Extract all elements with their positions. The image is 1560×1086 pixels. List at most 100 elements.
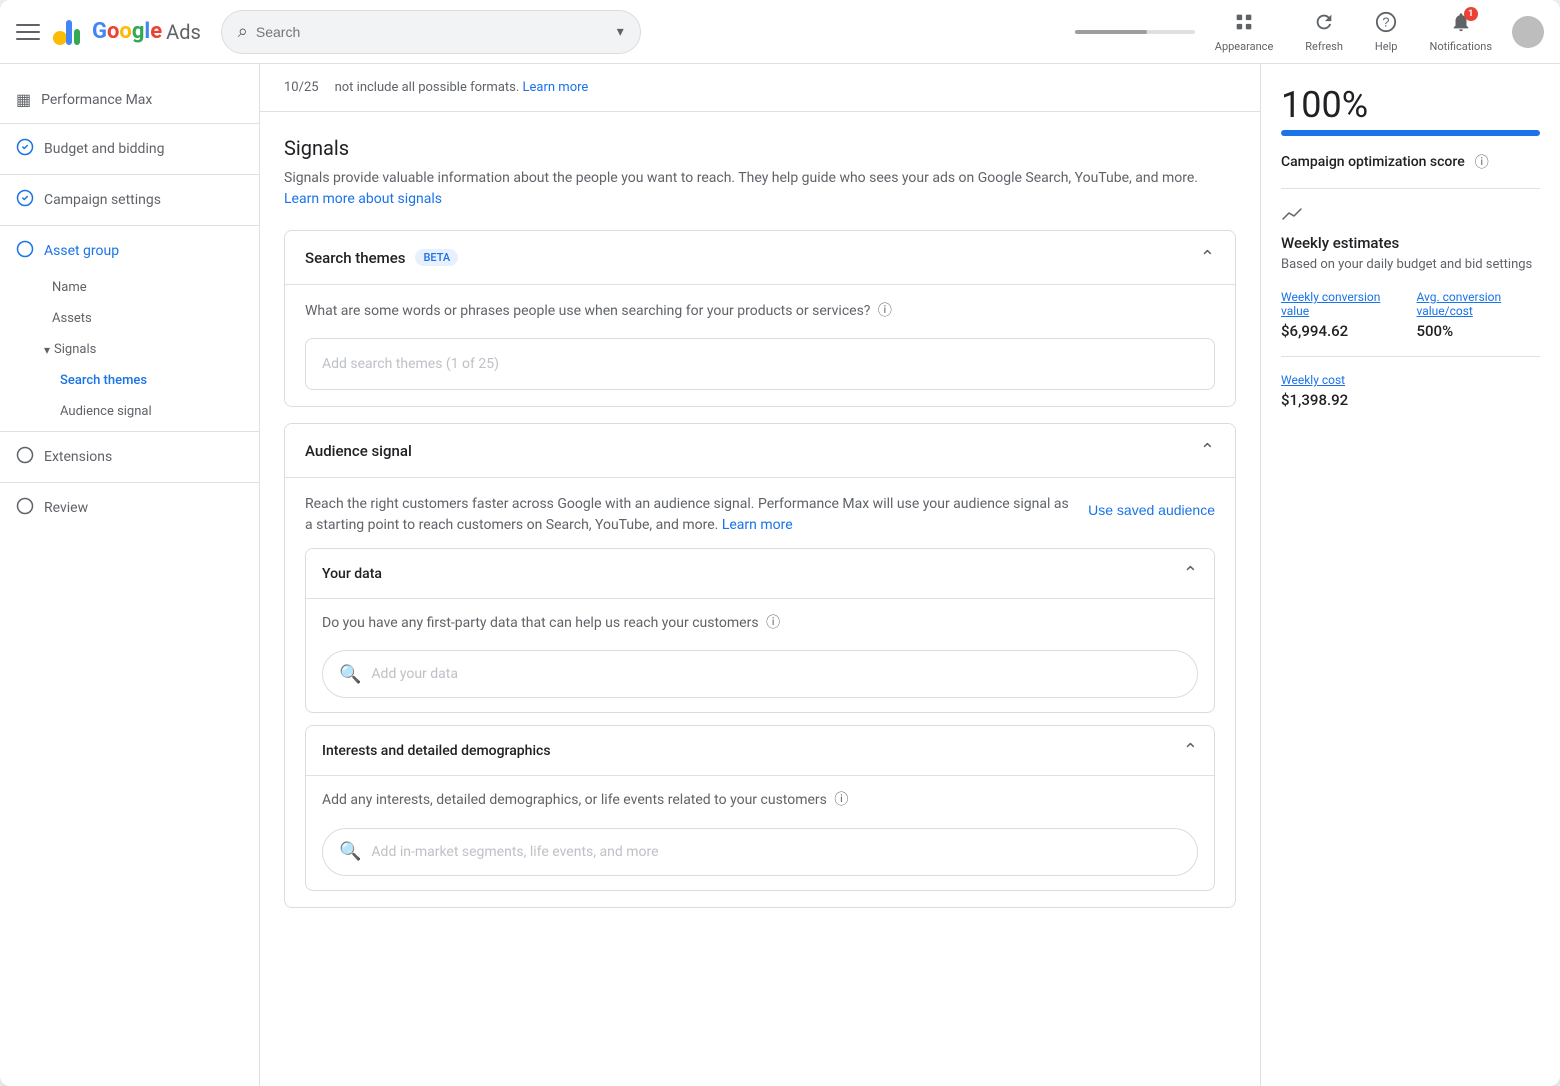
- sidebar-divider-5: [0, 482, 259, 483]
- svg-text:?: ?: [1383, 14, 1390, 29]
- search-bar[interactable]: ⌕ ▾: [221, 10, 641, 54]
- audience-signal-card-body: Reach the right customers faster across …: [285, 477, 1235, 906]
- sidebar-divider-3: [0, 225, 259, 226]
- top-snippet: 10/25 not include all possible formats. …: [260, 64, 1260, 112]
- appearance-button[interactable]: Appearance: [1203, 7, 1286, 57]
- optimization-help-icon[interactable]: ⓘ: [1475, 152, 1489, 172]
- help-label: Help: [1375, 40, 1398, 53]
- audience-learn-more-link[interactable]: Learn more: [722, 517, 793, 533]
- audience-signal-title: Audience signal: [305, 442, 412, 460]
- interests-card-body: Add any interests, detailed demographics…: [306, 775, 1214, 889]
- sub-item-name-label: Name: [52, 280, 87, 295]
- menu-icon[interactable]: [16, 20, 40, 44]
- your-data-input[interactable]: 🔍 Add your data: [322, 650, 1198, 698]
- right-panel: 100% Campaign optimization score ⓘ Weekl…: [1260, 64, 1560, 1086]
- sidebar-item-asset-group[interactable]: Asset group: [0, 230, 259, 272]
- sidebar: ▦ Performance Max Budget and bidding Cam…: [0, 64, 260, 1086]
- refresh-icon: [1313, 11, 1335, 38]
- sidebar-divider-1: [0, 123, 259, 124]
- sidebar-item-label-perf-max: Performance Max: [41, 92, 152, 108]
- main-area: ▦ Performance Max Budget and bidding Cam…: [0, 64, 1560, 1086]
- refresh-button[interactable]: Refresh: [1293, 7, 1355, 57]
- sidebar-divider-2: [0, 174, 259, 175]
- sub-item-signals-label: Signals: [54, 342, 96, 357]
- sidebar-subitem-audience-signal[interactable]: Audience signal: [0, 396, 259, 427]
- main-content: 10/25 not include all possible formats. …: [260, 64, 1260, 1086]
- interests-input[interactable]: 🔍 Add in-market segments, life events, a…: [322, 828, 1198, 876]
- your-data-chevron: ⌃: [1183, 563, 1198, 584]
- help-icon: ?: [1375, 11, 1397, 38]
- search-themes-card-header[interactable]: Search themes BETA ⌃: [285, 231, 1235, 284]
- refresh-label: Refresh: [1305, 40, 1343, 53]
- sidebar-item-label-budget: Budget and bidding: [44, 141, 164, 157]
- avg-conversion-value: 500%: [1417, 322, 1541, 340]
- review-icon: [16, 497, 34, 519]
- signals-title: Signals: [284, 136, 1236, 160]
- appearance-icon: [1233, 11, 1255, 38]
- sidebar-item-label-asset-group: Asset group: [44, 243, 119, 259]
- your-data-question: Do you have any first-party data that ca…: [322, 613, 1198, 634]
- signals-learn-more-link[interactable]: Learn more about signals: [284, 191, 442, 207]
- your-data-search-icon: 🔍: [339, 664, 361, 685]
- logo-area: Google Ads: [52, 16, 201, 48]
- google-text-logo: Google Ads: [92, 19, 201, 44]
- your-data-help-icon[interactable]: ⓘ: [766, 615, 780, 631]
- sidebar-item-review[interactable]: Review: [0, 487, 259, 529]
- audience-signal-card: Audience signal ⌃ Reach the right custom…: [284, 423, 1236, 907]
- right-panel-divider-2: [1281, 356, 1540, 357]
- search-input[interactable]: [256, 24, 609, 40]
- top-nav: Google Ads ⌕ ▾: [0, 0, 1560, 64]
- weekly-cost-label[interactable]: Weekly cost: [1281, 373, 1540, 387]
- right-panel-divider-1: [1281, 188, 1540, 189]
- top-learn-more-link[interactable]: Learn more: [523, 80, 589, 95]
- sidebar-item-campaign-settings[interactable]: Campaign settings: [0, 179, 259, 221]
- your-data-sub-card: Your data ⌃ Do you have any first-party …: [305, 548, 1215, 713]
- avg-conversion-label[interactable]: Avg. conversion value/cost: [1417, 290, 1541, 318]
- search-themes-title: Search themes BETA: [305, 249, 458, 267]
- signals-section: Signals Signals provide valuable informa…: [260, 112, 1260, 948]
- search-themes-chevron: ⌃: [1200, 247, 1215, 268]
- nav-actions: Appearance Refresh ? Help: [1075, 7, 1544, 57]
- help-button[interactable]: ? Help: [1363, 7, 1410, 57]
- weekly-estimates-grid: Weekly conversion value $6,994.62 Avg. c…: [1281, 290, 1540, 340]
- search-themes-help-icon[interactable]: ⓘ: [878, 303, 892, 319]
- optimization-score-bar: [1281, 130, 1540, 136]
- avg-conversion-item: Avg. conversion value/cost 500%: [1417, 290, 1541, 340]
- your-data-card-header[interactable]: Your data ⌃: [306, 549, 1214, 598]
- audience-inner: Reach the right customers faster across …: [305, 494, 1215, 890]
- weekly-conversion-item: Weekly conversion value $6,994.62: [1281, 290, 1405, 340]
- interests-title: Interests and detailed demographics: [322, 743, 551, 759]
- sidebar-item-label-campaign: Campaign settings: [44, 192, 161, 208]
- user-avatar[interactable]: [1512, 16, 1544, 48]
- interests-search-icon: 🔍: [339, 841, 361, 862]
- sidebar-subitem-search-themes[interactable]: Search themes: [0, 365, 259, 396]
- sidebar-subitem-name[interactable]: Name: [0, 272, 259, 303]
- sidebar-subitem-signals[interactable]: ▾ Signals: [0, 334, 259, 365]
- search-dropdown-icon[interactable]: ▾: [617, 24, 624, 40]
- search-themes-card: Search themes BETA ⌃ What are some words…: [284, 230, 1236, 407]
- sub-item-audience-signal-label: Audience signal: [60, 404, 152, 419]
- notifications-button[interactable]: 1 Notifications: [1417, 7, 1504, 57]
- campaign-check-icon: [16, 189, 34, 211]
- sidebar-item-perf-max[interactable]: ▦ Performance Max: [0, 80, 259, 119]
- use-saved-audience-button[interactable]: Use saved audience: [1088, 494, 1215, 526]
- notification-badge: 1: [1464, 7, 1478, 21]
- search-icon: ⌕: [238, 21, 248, 42]
- sub-item-search-themes-label: Search themes: [60, 373, 147, 388]
- your-data-card-body: Do you have any first-party data that ca…: [306, 598, 1214, 712]
- weekly-conversion-label[interactable]: Weekly conversion value: [1281, 290, 1405, 318]
- sidebar-item-extensions[interactable]: Extensions: [0, 436, 259, 478]
- interests-sub-card: Interests and detailed demographics ⌃ Ad…: [305, 725, 1215, 890]
- audience-description: Reach the right customers faster across …: [305, 494, 1215, 536]
- perf-max-icon: ▦: [16, 90, 31, 109]
- interests-help-icon[interactable]: ⓘ: [834, 792, 848, 808]
- budget-check-icon: [16, 138, 34, 160]
- weekly-estimates-subtitle: Based on your daily budget and bid setti…: [1281, 256, 1540, 274]
- extensions-icon: [16, 446, 34, 468]
- sidebar-item-budget[interactable]: Budget and bidding: [0, 128, 259, 170]
- sidebar-subitem-assets[interactable]: Assets: [0, 303, 259, 334]
- audience-signal-card-header[interactable]: Audience signal ⌃: [285, 424, 1235, 477]
- search-themes-input[interactable]: Add search themes (1 of 25): [305, 338, 1215, 390]
- interests-card-header[interactable]: Interests and detailed demographics ⌃: [306, 726, 1214, 775]
- sub-item-assets-label: Assets: [52, 311, 92, 326]
